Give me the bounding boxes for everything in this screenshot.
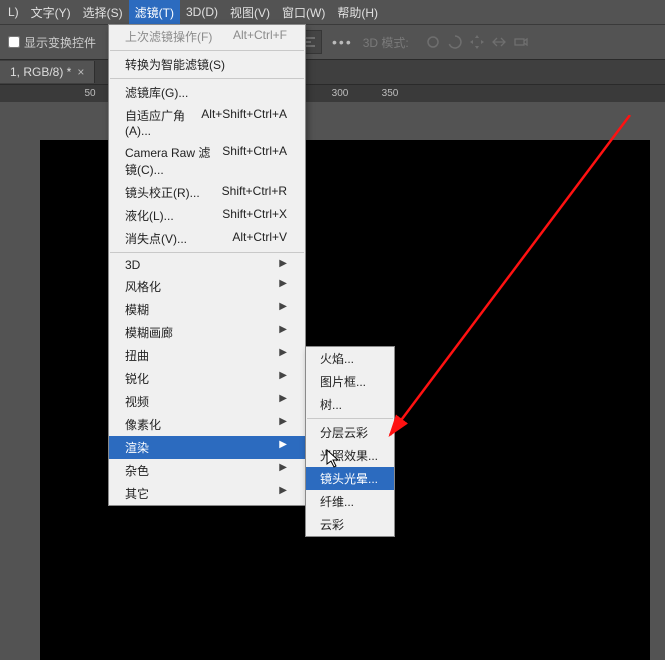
filter-stylize[interactable]: 风格化▶ <box>109 275 305 298</box>
menu-separator <box>110 252 304 253</box>
render-lighting-effects[interactable]: 光照效果... <box>306 444 394 467</box>
document-title: 1, RGB/8) * <box>10 65 71 79</box>
ruler-tick-label: 300 <box>332 88 349 99</box>
menubar: L) 文字(Y) 选择(S) 滤镜(T) 3D(D) 视图(V) 窗口(W) 帮… <box>0 0 665 24</box>
camera-icon[interactable] <box>513 34 529 50</box>
lens-correction[interactable]: 镜头校正(R)...Shift+Ctrl+R <box>109 181 305 204</box>
render-fibers[interactable]: 纤维... <box>306 490 394 513</box>
filter-noise[interactable]: 杂色▶ <box>109 459 305 482</box>
render-submenu: 火焰... 图片框... 树... 分层云彩 光照效果... 镜头光晕... 纤… <box>305 346 395 537</box>
menu-separator <box>110 50 304 51</box>
menu-separator <box>307 418 393 419</box>
menu-view[interactable]: 视图(V) <box>224 0 276 25</box>
document-tab[interactable]: 1, RGB/8) * × <box>0 61 95 83</box>
filter-render[interactable]: 渲染▶ <box>109 436 305 459</box>
options-bar: 显示变换控件 ••• 3D 模式: <box>0 24 665 60</box>
render-tree[interactable]: 树... <box>306 393 394 416</box>
document-tab-bar: 1, RGB/8) * × <box>0 60 665 84</box>
rotate-icon[interactable] <box>447 34 463 50</box>
ruler-tick-label: 50 <box>84 88 95 99</box>
menu-item[interactable]: L) <box>2 1 25 23</box>
filter-last: 上次滤镜操作(F)Alt+Ctrl+F <box>109 25 305 48</box>
menu-filter[interactable]: 滤镜(T) <box>129 0 180 25</box>
filter-pixelate[interactable]: 像素化▶ <box>109 413 305 436</box>
menu-window[interactable]: 窗口(W) <box>276 0 331 25</box>
camera-raw-filter[interactable]: Camera Raw 滤镜(C)...Shift+Ctrl+A <box>109 141 305 181</box>
filter-gallery[interactable]: 滤镜库(G)... <box>109 81 305 104</box>
ruler-tick-label: 350 <box>382 88 399 99</box>
render-difference-clouds[interactable]: 分层云彩 <box>306 421 394 444</box>
liquify[interactable]: 液化(L)...Shift+Ctrl+X <box>109 204 305 227</box>
menu-text[interactable]: 文字(Y) <box>25 0 77 25</box>
orbit-icon[interactable] <box>425 34 441 50</box>
filter-other[interactable]: 其它▶ <box>109 482 305 505</box>
filter-dropdown: 上次滤镜操作(F)Alt+Ctrl+F 转换为智能滤镜(S) 滤镜库(G)...… <box>108 24 306 506</box>
menu-select[interactable]: 选择(S) <box>77 0 129 25</box>
filter-3d[interactable]: 3D▶ <box>109 255 305 275</box>
vanishing-point[interactable]: 消失点(V)...Alt+Ctrl+V <box>109 227 305 250</box>
filter-sharpen[interactable]: 锐化▶ <box>109 367 305 390</box>
more-icon[interactable]: ••• <box>332 34 353 50</box>
render-picture-frame[interactable]: 图片框... <box>306 370 394 393</box>
menu-3d[interactable]: 3D(D) <box>180 1 224 23</box>
close-icon[interactable]: × <box>77 65 84 79</box>
render-lens-flare[interactable]: 镜头光晕... <box>306 467 394 490</box>
render-clouds[interactable]: 云彩 <box>306 513 394 536</box>
ruler-horizontal: 50 100 150 200 250 300 350 <box>0 84 665 102</box>
checkbox-label: 显示变换控件 <box>24 34 96 51</box>
3d-mode-label: 3D 模式: <box>363 34 409 51</box>
filter-distort[interactable]: 扭曲▶ <box>109 344 305 367</box>
adaptive-wide-angle[interactable]: 自适应广角(A)...Alt+Shift+Ctrl+A <box>109 104 305 141</box>
filter-video[interactable]: 视频▶ <box>109 390 305 413</box>
menu-separator <box>110 78 304 79</box>
filter-blur[interactable]: 模糊▶ <box>109 298 305 321</box>
pan-icon[interactable] <box>469 34 485 50</box>
filter-blur-gallery[interactable]: 模糊画廊▶ <box>109 321 305 344</box>
menu-help[interactable]: 帮助(H) <box>331 0 384 25</box>
slide-icon[interactable] <box>491 34 507 50</box>
convert-smart-filter[interactable]: 转换为智能滤镜(S) <box>109 53 305 76</box>
3d-mode-icons <box>425 34 529 50</box>
render-flame[interactable]: 火焰... <box>306 347 394 370</box>
show-transform-checkbox[interactable]: 显示变换控件 <box>8 34 96 51</box>
